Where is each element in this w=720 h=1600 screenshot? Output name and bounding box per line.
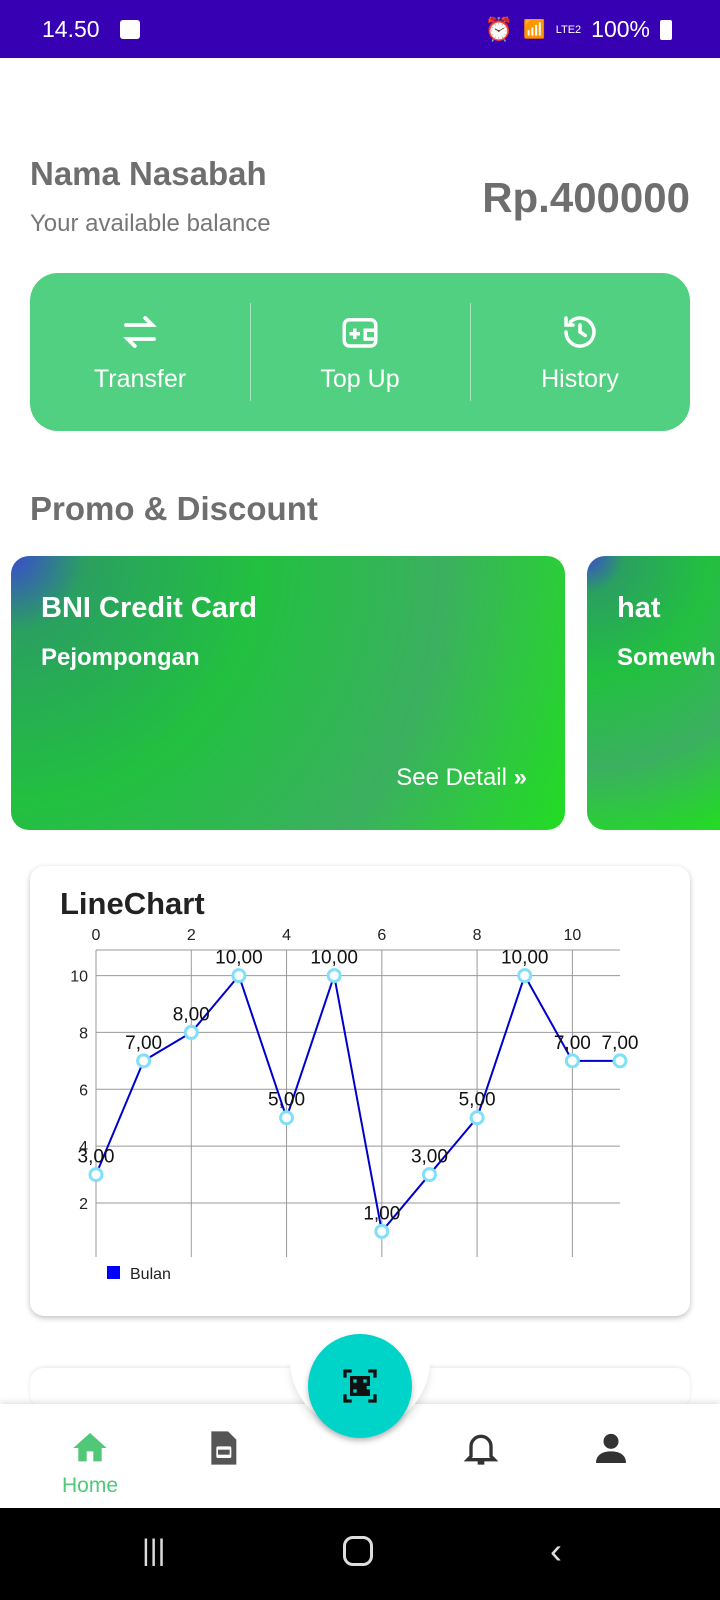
data-label: 3,00 xyxy=(78,1147,115,1168)
profile-icon xyxy=(596,1433,626,1463)
x-tick-label: 6 xyxy=(377,927,386,944)
data-point xyxy=(564,1053,580,1069)
see-detail-link[interactable]: See Detail » xyxy=(396,764,527,792)
history-label: History xyxy=(541,364,619,393)
history-button[interactable]: History xyxy=(470,273,690,431)
promo-card-title: BNI Credit Card xyxy=(41,592,257,624)
gallery-icon xyxy=(120,20,140,39)
data-label: 7,00 xyxy=(125,1033,162,1054)
data-point xyxy=(469,1110,485,1126)
chevron-double-right-icon: » xyxy=(513,764,527,791)
wifi-icon: 📶 xyxy=(523,19,546,39)
qr-code-icon xyxy=(343,1369,377,1403)
balance-label: Your available balance xyxy=(30,210,271,237)
nav-profile[interactable] xyxy=(591,1428,631,1468)
transfer-icon xyxy=(123,315,157,348)
data-label: 3,00 xyxy=(411,1147,448,1168)
data-point xyxy=(374,1223,390,1239)
data-point xyxy=(326,968,342,984)
transfer-label: Transfer xyxy=(93,364,187,393)
history-icon xyxy=(564,315,596,348)
x-tick-label: 10 xyxy=(563,927,581,944)
x-tick-label: 4 xyxy=(282,927,291,944)
line-chart-card: LineChart 0 2 4 6 8 10 2 4 6 8 10 3,00 7,00 8,00 10,00… xyxy=(30,866,690,1316)
quick-actions: Transfer Top Up History xyxy=(30,273,690,431)
top-up-label: Top Up xyxy=(320,364,400,393)
data-label: 1,00 xyxy=(363,1203,400,1224)
promo-card-subtitle: Somewh xyxy=(617,644,716,671)
data-point xyxy=(517,968,533,984)
promo-title: Promo & Discount xyxy=(30,490,318,527)
y-tick-label: 2 xyxy=(79,1196,88,1213)
see-detail-label: See Detail xyxy=(396,764,507,791)
data-point xyxy=(136,1053,152,1069)
home-icon xyxy=(73,1433,107,1462)
transfer-button[interactable]: Transfer xyxy=(30,273,250,431)
status-bar: 14.50 ⏰ 📶 LTE2 100% xyxy=(0,0,720,58)
x-tick-label: 2 xyxy=(187,927,196,944)
alarm-icon: ⏰ xyxy=(484,16,514,42)
line-chart: 0 2 4 6 8 102468103,007,008,0010,005,0010,001… xyxy=(70,927,639,1283)
promo-card-subtitle: Pejompongan xyxy=(41,644,200,671)
data-label: 7,00 xyxy=(602,1033,639,1054)
document-icon xyxy=(211,1431,237,1465)
promo-card-title: hat xyxy=(617,592,661,624)
data-label: 10,00 xyxy=(310,948,358,969)
data-point xyxy=(231,968,247,984)
nav-documents[interactable] xyxy=(203,1428,243,1468)
recent-apps-button[interactable]: ||| xyxy=(142,1534,165,1568)
top-up-button[interactable]: Top Up xyxy=(250,273,470,431)
promo-card[interactable]: BNI Credit Card Pejompongan See Detail » xyxy=(11,556,565,830)
home-button[interactable] xyxy=(343,1536,373,1566)
wallet-add-icon xyxy=(342,317,378,348)
data-point xyxy=(279,1110,295,1126)
data-point xyxy=(421,1167,437,1183)
data-label: 5,00 xyxy=(459,1090,496,1111)
data-point xyxy=(88,1167,104,1183)
y-tick-label: 10 xyxy=(70,969,88,986)
legend-swatch xyxy=(107,1266,120,1279)
status-time: 14.50 xyxy=(42,16,100,42)
battery-icon xyxy=(660,19,672,40)
nav-home[interactable]: Home xyxy=(62,1428,118,1498)
qr-scan-button[interactable] xyxy=(308,1334,412,1438)
y-tick-label: 6 xyxy=(79,1082,88,1099)
promo-card[interactable]: hat Somewh xyxy=(587,556,720,830)
data-point xyxy=(612,1053,628,1069)
system-nav: ||| ‹ xyxy=(0,1508,720,1600)
battery-percent: 100% xyxy=(591,16,650,42)
data-label: 7,00 xyxy=(554,1033,591,1054)
nav-home-label: Home xyxy=(62,1474,119,1497)
data-point xyxy=(183,1024,199,1040)
nav-notifications[interactable] xyxy=(461,1428,501,1468)
data-label: 10,00 xyxy=(215,948,263,969)
x-tick-label: 8 xyxy=(473,927,482,944)
back-button[interactable]: ‹ xyxy=(550,1530,562,1572)
customer-name: Nama Nasabah xyxy=(30,155,267,192)
data-label: 8,00 xyxy=(173,1004,210,1025)
network-label: LTE2 xyxy=(555,23,582,36)
y-tick-label: 8 xyxy=(79,1025,88,1042)
balance-amount: Rp.400000 xyxy=(482,174,690,221)
data-label: 10,00 xyxy=(501,948,549,969)
legend-label: Bulan xyxy=(130,1266,171,1283)
x-tick-label: 0 xyxy=(92,927,101,944)
bell-icon xyxy=(463,1434,499,1465)
data-label: 5,00 xyxy=(268,1090,305,1111)
